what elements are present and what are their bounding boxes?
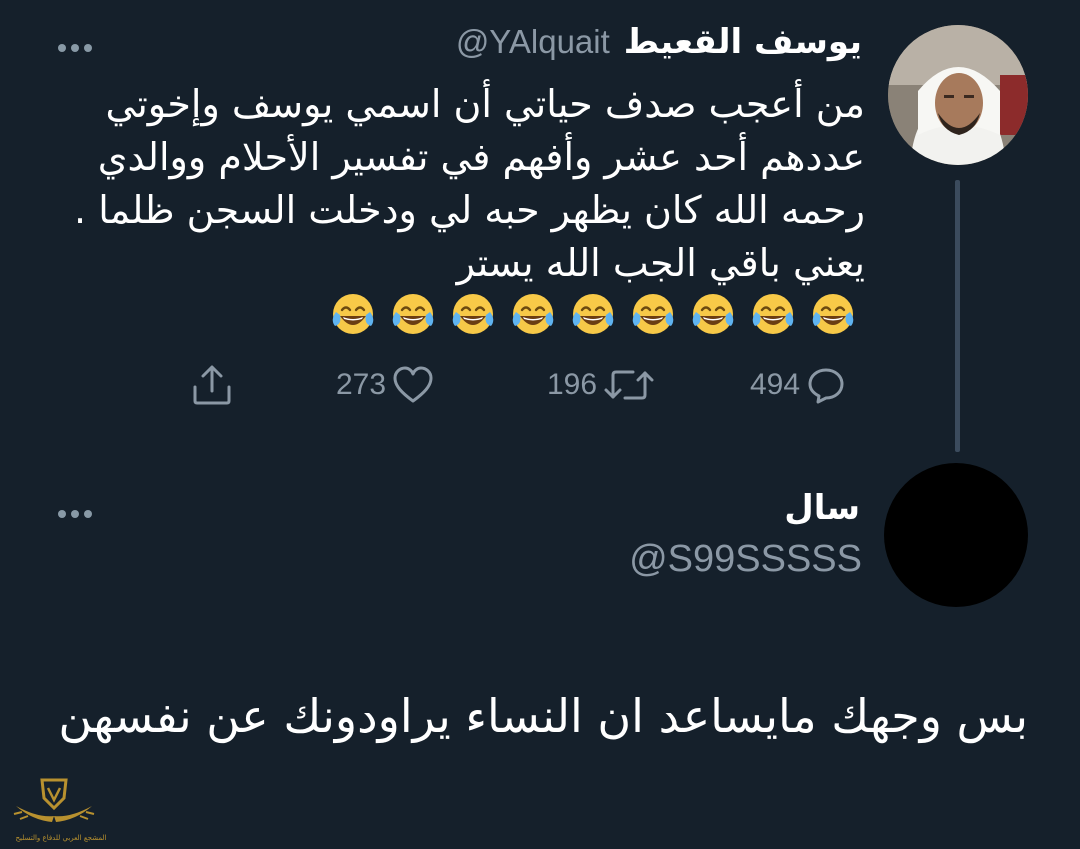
- face-with-tears-of-joy-icon: [512, 294, 554, 334]
- face-with-tears-of-joy-icon: [572, 294, 614, 334]
- like-count: 273: [336, 368, 387, 401]
- tweet-text: من أعجب صدف حياتي أن اسمي يوسف وإخوتي عد…: [35, 78, 865, 290]
- retweet-count: 196: [547, 368, 598, 401]
- face-with-tears-of-joy-icon: [392, 294, 434, 334]
- share-icon: [193, 365, 231, 405]
- watermark-caption: المشجع العربي للدفاع والتسليح: [15, 834, 107, 842]
- more-options-icon[interactable]: [58, 37, 98, 52]
- tweet-text-line: من أعجب صدف حياتي أن اسمي يوسف وإخوتي: [105, 82, 865, 126]
- like-action[interactable]: 273: [336, 362, 434, 408]
- face-with-tears-of-joy-icon: [452, 294, 494, 334]
- share-action[interactable]: [190, 362, 234, 408]
- reply-text: بس وجهك مايساعد ان النساء يراودونك عن نف…: [58, 689, 1028, 743]
- thread-connector-line: [955, 180, 960, 452]
- author-handle[interactable]: @YAlquait: [456, 23, 610, 61]
- retweet-action[interactable]: 196: [547, 362, 655, 408]
- tweet-text-line: رحمه الله كان يظهر حبه لي ودخلت السجن ظل…: [74, 188, 865, 232]
- author-avatar[interactable]: [888, 25, 1028, 165]
- reply-count: 494: [750, 368, 801, 401]
- retweet-icon: [604, 370, 654, 400]
- face-with-tears-of-joy-icon: [692, 294, 734, 334]
- reply-author-handle[interactable]: @S99SSSSS: [629, 538, 862, 581]
- tweet-text-line: عددهم أحد عشر وأفهم في تفسير الأحلام ووا…: [97, 135, 865, 179]
- heart-icon: [393, 366, 433, 403]
- more-options-icon[interactable]: [58, 503, 98, 518]
- tweet-text-line: يعني باقي الجب الله يستر: [456, 241, 865, 285]
- tweet-author-header: @YAlquait يوسف القعيط: [456, 22, 862, 62]
- reply-action[interactable]: 494: [750, 362, 846, 408]
- author-name[interactable]: يوسف القعيط: [624, 22, 862, 62]
- avatar-photo: [888, 25, 1028, 165]
- face-with-tears-of-joy-icon: [332, 294, 374, 334]
- reply-author-name[interactable]: سال: [784, 488, 860, 528]
- face-with-tears-of-joy-icon: [752, 294, 794, 334]
- emoji-row: [318, 290, 858, 340]
- reply-icon: [808, 368, 844, 404]
- face-with-tears-of-joy-icon: [632, 294, 674, 334]
- face-with-tears-of-joy-icon: [812, 294, 854, 334]
- reply-author-avatar[interactable]: [884, 463, 1028, 607]
